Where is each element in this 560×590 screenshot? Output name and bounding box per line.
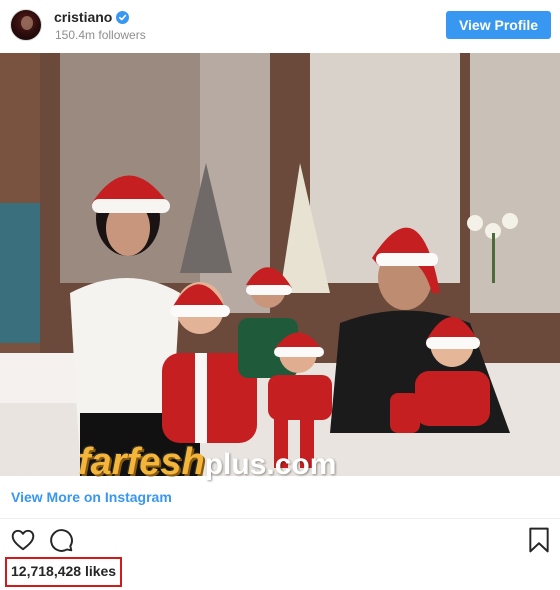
watermark-suffix: plus.com	[204, 448, 337, 481]
view-more-link[interactable]: View More on Instagram	[11, 489, 172, 505]
post-header: cristiano 150.4m followers View Profile	[0, 0, 560, 53]
action-bar	[0, 524, 560, 558]
avatar[interactable]	[10, 9, 42, 41]
likes-count: 12,718,428 likes	[11, 563, 117, 579]
view-profile-button[interactable]: View Profile	[446, 11, 551, 39]
family-christmas-photo	[0, 53, 560, 476]
username[interactable]: cristiano	[54, 9, 112, 25]
post-photo[interactable]	[0, 53, 560, 476]
divider	[0, 518, 560, 519]
heart-icon[interactable]	[10, 527, 36, 553]
site-watermark: farfeshplus.com	[78, 441, 336, 484]
watermark-main: farfesh	[78, 441, 205, 483]
comment-icon[interactable]	[48, 527, 74, 553]
instagram-embed-card: cristiano 150.4m followers View Profile	[0, 0, 560, 590]
bookmark-icon[interactable]	[528, 527, 550, 553]
verified-badge-icon	[116, 10, 130, 24]
username-row: cristiano	[54, 9, 130, 25]
follower-count: 150.4m followers	[55, 28, 146, 42]
